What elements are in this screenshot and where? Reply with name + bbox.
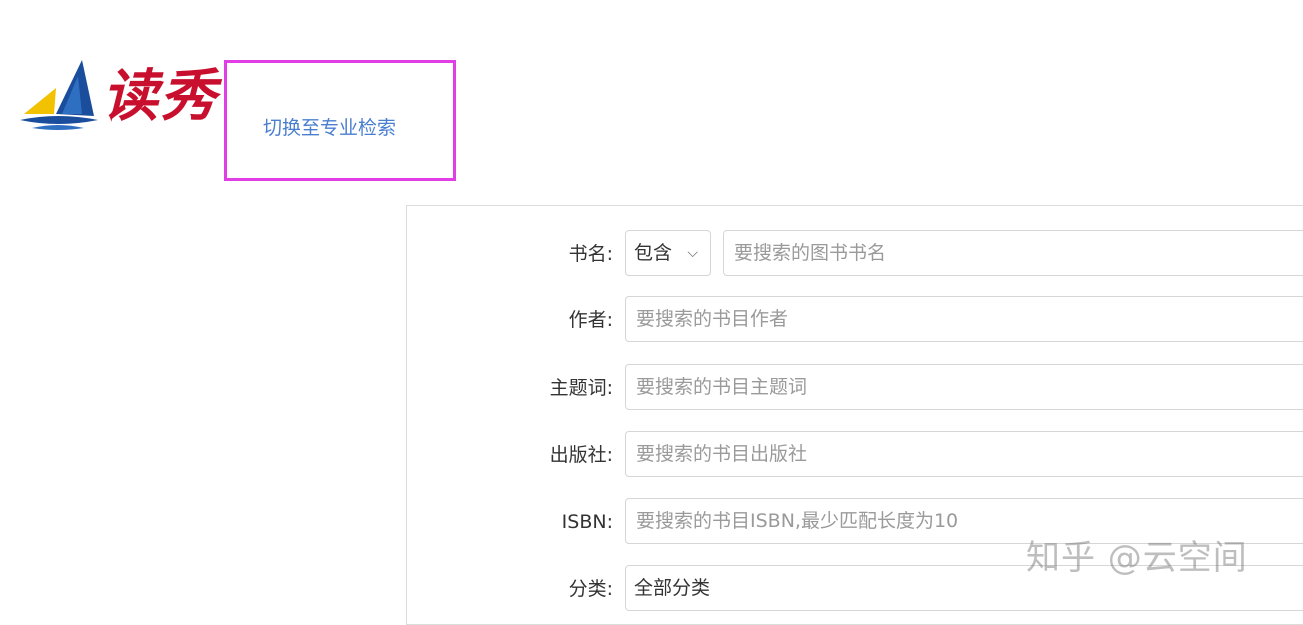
switch-to-professional-search-link[interactable]: 切换至专业检索 [263, 113, 396, 140]
subject-label: 主题词: [549, 377, 613, 399]
chevron-down-icon: ⌵ [687, 245, 698, 261]
subject-row: 主题词: [407, 364, 1303, 412]
watermark: 知乎 @云空间 [1026, 538, 1248, 578]
logo-text: 读秀 [102, 63, 218, 129]
author-input[interactable] [625, 296, 1303, 342]
subject-input[interactable] [625, 364, 1303, 410]
match-mode-value: 包含 [634, 242, 673, 264]
sailboat-logo-icon [20, 60, 98, 130]
book-title-row: 书名: 包含 ⌵ [407, 230, 1303, 278]
book-title-input[interactable] [723, 230, 1303, 276]
publisher-label: 出版社: [549, 444, 613, 466]
match-mode-select[interactable]: 包含 ⌵ [625, 230, 711, 276]
switch-link-highlight: 切换至专业检索 [224, 60, 456, 181]
author-row: 作者: [407, 296, 1303, 344]
book-title-label: 书名: [568, 243, 613, 265]
publisher-row: 出版社: [407, 431, 1303, 479]
category-label: 分类: [568, 578, 613, 600]
logo: 读秀 [18, 58, 218, 138]
author-label: 作者: [568, 309, 613, 331]
isbn-label: ISBN: [561, 511, 613, 533]
category-value: 全部分类 [634, 577, 711, 599]
publisher-input[interactable] [625, 431, 1303, 477]
